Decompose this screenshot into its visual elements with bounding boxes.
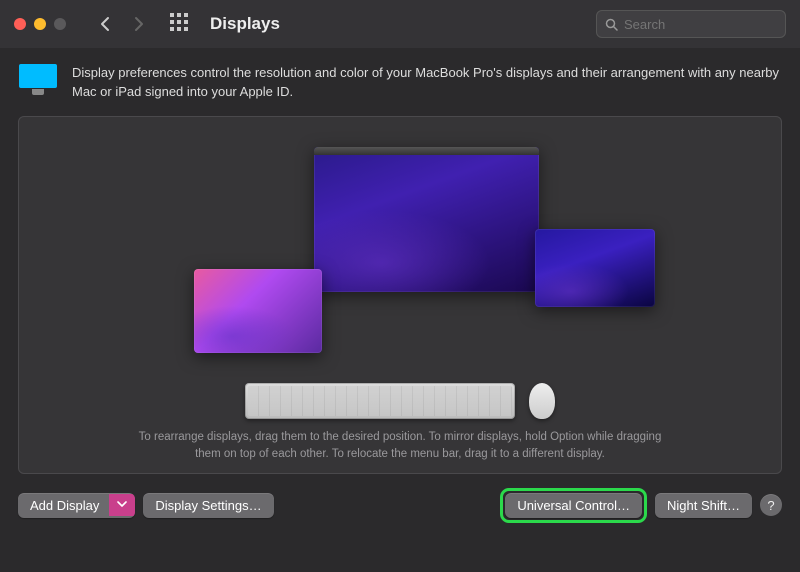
search-input[interactable]	[624, 17, 777, 32]
search-field[interactable]	[596, 10, 786, 38]
hint-line1: To rearrange displays, drag them to the …	[139, 431, 662, 443]
help-button[interactable]: ?	[760, 494, 782, 516]
display-secondary-left[interactable]	[194, 269, 322, 353]
zoom-window-button	[54, 18, 66, 30]
titlebar: Displays	[0, 0, 800, 48]
search-icon	[605, 18, 618, 31]
arrangement-hint: To rearrange displays, drag them to the …	[19, 429, 781, 462]
display-settings-button[interactable]: Display Settings…	[143, 493, 273, 518]
mouse-icon	[529, 383, 555, 419]
show-all-icon[interactable]	[168, 13, 190, 35]
keyboard-icon	[245, 383, 515, 419]
displays-icon	[18, 64, 58, 102]
universal-control-button[interactable]: Universal Control…	[505, 493, 642, 518]
keyboard-mouse-graphic	[19, 383, 781, 419]
displays-area[interactable]	[19, 117, 781, 387]
display-main[interactable]	[314, 147, 539, 292]
intro-row: Display preferences control the resoluti…	[18, 64, 782, 102]
back-button[interactable]	[92, 11, 118, 37]
intro-text: Display preferences control the resoluti…	[72, 64, 782, 102]
chevron-down-icon[interactable]	[109, 494, 135, 516]
add-display-button[interactable]: Add Display	[18, 493, 135, 518]
close-window-button[interactable]	[14, 18, 26, 30]
arrangement-panel: To rearrange displays, drag them to the …	[18, 116, 782, 474]
add-display-label: Add Display	[18, 493, 109, 518]
content: Display preferences control the resoluti…	[0, 48, 800, 537]
minimize-window-button[interactable]	[34, 18, 46, 30]
universal-control-highlight: Universal Control…	[500, 488, 647, 523]
display-secondary-right[interactable]	[535, 229, 655, 307]
window-controls	[14, 18, 66, 30]
hint-line2: them on top of each other. To relocate t…	[195, 448, 605, 460]
night-shift-button[interactable]: Night Shift…	[655, 493, 752, 518]
window-title: Displays	[210, 14, 588, 34]
forward-button	[126, 11, 152, 37]
footer: Add Display Display Settings… Universal …	[18, 488, 782, 523]
